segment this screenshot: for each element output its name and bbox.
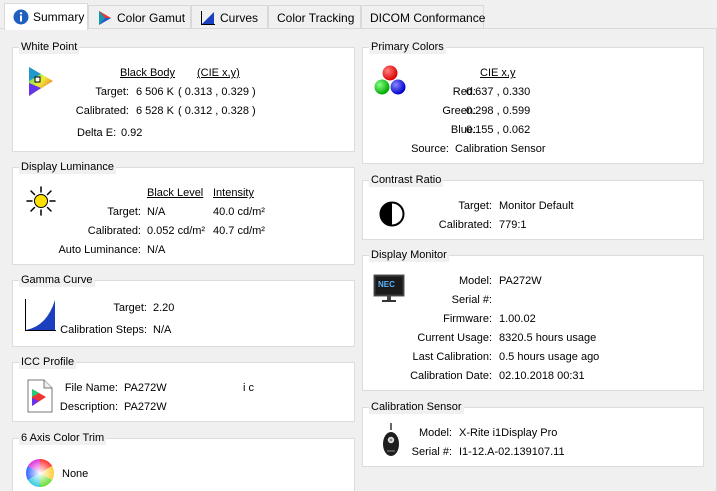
firmware-label: Firmware: xyxy=(443,313,492,325)
target-kelvin: 6 506 K xyxy=(136,86,174,98)
calibrated-black-level: 0.052 cd/m² xyxy=(147,225,206,237)
target-cie: ( 0.313 , 0.329 ) xyxy=(178,86,256,98)
six-axis-value: None xyxy=(62,468,89,480)
sensor-model-value: X-Rite i1Display Pro xyxy=(459,427,558,439)
tab-color-gamut[interactable]: Color Gamut xyxy=(88,5,191,29)
tab-curves[interactable]: Curves xyxy=(191,5,268,29)
black-level-header: Black Level xyxy=(147,187,204,199)
display-monitor-group: Display Monitor NEC Model: PA272W Serial… xyxy=(362,249,704,391)
calibrated-cie: ( 0.312 , 0.328 ) xyxy=(178,105,256,117)
delta-e-label: Delta E: xyxy=(77,127,117,139)
monitor-icon: NEC xyxy=(373,274,405,307)
green-value: 0.298 , 0.599 xyxy=(466,105,531,117)
calibration-date-value: 02.10.2018 00:31 xyxy=(499,370,585,382)
cie-header: CIE x,y xyxy=(480,67,516,79)
gamut-icon xyxy=(97,10,113,26)
calibration-steps-label: Calibration Steps: xyxy=(60,324,147,336)
tab-summary[interactable]: Summary xyxy=(4,3,88,30)
calibrated-intensity: 40.7 cd/m² xyxy=(213,225,265,237)
sensor-serial-value: I1-12.A-02.139107.11 xyxy=(459,446,565,458)
firmware-value: 1.00.02 xyxy=(499,313,536,325)
cie-header: (CIE x,y) xyxy=(197,67,240,79)
serial-label: Serial #: xyxy=(451,294,492,306)
chromaticity-icon xyxy=(27,65,55,102)
model-label: Model: xyxy=(458,275,492,287)
intensity-header: Intensity xyxy=(213,187,254,199)
file-name-value-tail: i c xyxy=(243,382,254,394)
description-label: Description: xyxy=(59,401,118,413)
last-calibration-value: 0.5 hours usage ago xyxy=(499,351,600,363)
source-value: Calibration Sensor xyxy=(455,143,546,155)
auto-luminance-label: Auto Luminance: xyxy=(58,244,141,256)
icc-file-icon xyxy=(27,379,53,416)
target-black-level: N/A xyxy=(147,206,166,218)
tab-dicom-conformance[interactable]: DICOM Conformance xyxy=(361,5,486,29)
tab-label: DICOM Conformance xyxy=(370,10,486,25)
target-label: Target: xyxy=(95,86,129,98)
tab-label: Summary xyxy=(33,10,85,24)
tab-color-tracking[interactable]: Color Tracking xyxy=(268,5,361,29)
delta-e-value: 0.92 xyxy=(121,127,143,139)
black-body-header: Black Body xyxy=(120,67,176,79)
target-intensity: 40.0 cd/m² xyxy=(213,206,265,218)
red-value: 0.637 , 0.330 xyxy=(466,86,531,98)
calibration-steps-value: N/A xyxy=(153,324,172,336)
info-icon xyxy=(13,9,29,25)
color-wheel-icon xyxy=(25,458,55,491)
auto-luminance-value: N/A xyxy=(147,244,166,256)
current-usage-label: Current Usage: xyxy=(417,332,492,344)
description-value: PA272W xyxy=(124,401,167,413)
calibrated-kelvin: 6 528 K xyxy=(136,105,174,117)
curves-icon xyxy=(200,10,216,26)
contrast-ratio-group: Contrast Ratio Target: Monitor Default C… xyxy=(362,174,704,240)
gamma-curve-group: Gamma Curve Target: 2.20 Calibration Ste… xyxy=(12,274,355,347)
target-label: Target: xyxy=(107,206,141,218)
tab-bar: Summary Color Gamut Curves Color Trackin… xyxy=(0,0,717,30)
display-luminance-group: Display Luminance Black Level Intensity … xyxy=(12,161,355,265)
target-label: Target: xyxy=(113,302,147,314)
calibrated-label: Calibrated: xyxy=(438,219,492,231)
calibrated-label: Calibrated: xyxy=(87,225,141,237)
green-label: Green: xyxy=(442,105,476,117)
icc-profile-group: ICC Profile File Name: PA272W i c Descri… xyxy=(12,356,355,422)
calibration-date-label: Calibration Date: xyxy=(410,370,492,382)
blue-label: Blue: xyxy=(450,124,476,136)
blue-value: 0.155 , 0.062 xyxy=(466,124,531,136)
colorimeter-icon xyxy=(381,422,401,463)
monitor-model-value: PA272W xyxy=(499,275,542,287)
file-name-value: PA272W xyxy=(124,382,167,394)
calibration-sensor-group: Calibration Sensor Model: X-Rite i1Displ… xyxy=(362,401,704,467)
target-label: Target: xyxy=(458,200,492,212)
source-label: Source: xyxy=(411,143,449,155)
last-calibration-label: Last Calibration: xyxy=(412,351,493,363)
contrast-target-value: Monitor Default xyxy=(499,200,574,212)
current-usage-value: 8320.5 hours usage xyxy=(499,332,597,344)
primary-colors-group: Primary Colors CIE x,y Red: 0.637 , 0.33… xyxy=(362,41,704,164)
tab-label: Curves xyxy=(220,10,259,25)
tab-label: Color Gamut xyxy=(117,10,186,25)
white-point-group: White Point Black Body (CIE x,y) Target:… xyxy=(12,41,355,152)
model-label: Model: xyxy=(418,427,452,439)
file-name-label: File Name: xyxy=(64,382,118,394)
gamma-target-value: 2.20 xyxy=(153,302,175,314)
serial-label: Serial #: xyxy=(411,446,452,458)
monitor-logo: NEC xyxy=(378,280,395,289)
tab-label: Color Tracking xyxy=(277,10,355,25)
calibrated-label: Calibrated: xyxy=(75,105,129,117)
six-axis-color-trim-group: 6 Axis Color Trim None xyxy=(12,432,355,491)
contrast-calibrated-value: 779:1 xyxy=(499,219,527,231)
